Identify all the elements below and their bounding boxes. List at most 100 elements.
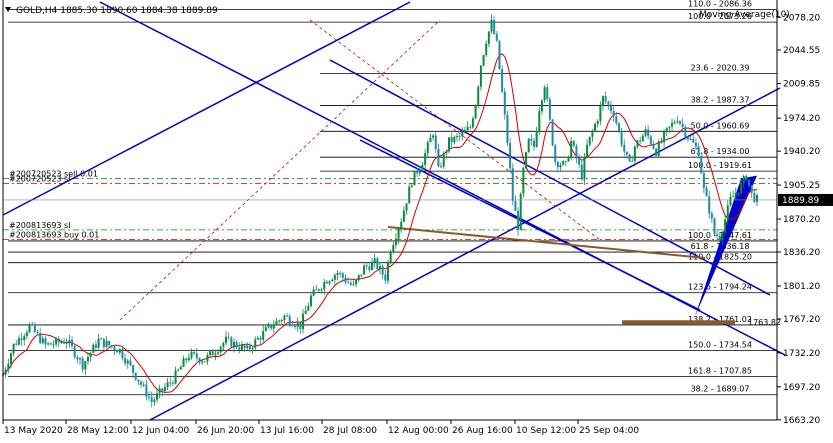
candle-body bbox=[65, 342, 68, 344]
candle-body bbox=[527, 138, 530, 153]
candle-body bbox=[124, 358, 127, 364]
candle-body bbox=[283, 315, 286, 321]
candle-body bbox=[100, 338, 103, 340]
candle-body bbox=[689, 138, 692, 140]
candle-body bbox=[9, 353, 12, 364]
candle-body bbox=[182, 358, 185, 367]
candle-body bbox=[251, 348, 254, 350]
chart-window[interactable]: 110.0 - 2086.36 100.0 - 2073.26 23.6 - 202… bbox=[0, 0, 833, 439]
candle-body bbox=[474, 105, 477, 119]
candle-body bbox=[177, 369, 180, 371]
candle-body bbox=[416, 170, 419, 174]
candle-body bbox=[679, 121, 682, 124]
candle-body bbox=[344, 277, 347, 283]
candle-body bbox=[440, 166, 443, 168]
order-label: #200813693 sl bbox=[9, 221, 70, 230]
candle-body bbox=[140, 381, 143, 385]
candle-body bbox=[328, 281, 331, 284]
candle-body bbox=[697, 146, 700, 156]
candle-body bbox=[209, 351, 212, 356]
candle-body bbox=[671, 122, 674, 127]
candle-body bbox=[108, 340, 111, 346]
candle-body bbox=[352, 284, 355, 286]
fib-level-label: 23.6 - 2020.39 bbox=[691, 63, 750, 72]
candle-body bbox=[15, 343, 18, 345]
candle-body bbox=[463, 130, 466, 132]
candle-body bbox=[174, 370, 177, 384]
candle-body bbox=[426, 142, 429, 154]
candle-body bbox=[599, 105, 602, 121]
candle-body bbox=[134, 372, 137, 380]
candle-body bbox=[716, 234, 719, 236]
candle-body bbox=[304, 310, 307, 314]
candle-body bbox=[118, 348, 121, 353]
candle-body bbox=[41, 338, 44, 343]
candle-body bbox=[373, 258, 376, 263]
order-label: #200720523 sl bbox=[9, 174, 70, 183]
candle-body bbox=[280, 320, 283, 322]
candle-body bbox=[92, 344, 95, 353]
candle-body bbox=[315, 289, 318, 291]
current-price-label: 1889.89 bbox=[782, 196, 819, 206]
candle-body bbox=[363, 265, 366, 275]
candle-body bbox=[256, 337, 259, 340]
candle-body bbox=[636, 140, 639, 147]
candle-body bbox=[572, 140, 575, 147]
candle-body bbox=[495, 33, 498, 41]
candle-body bbox=[347, 282, 350, 284]
candle-body bbox=[384, 274, 387, 281]
candle-body bbox=[227, 336, 230, 338]
candle-body bbox=[235, 341, 238, 348]
candle-body bbox=[400, 221, 403, 229]
candle-body bbox=[469, 126, 472, 128]
candle-body bbox=[68, 339, 71, 343]
price-chart[interactable]: 110.0 - 2086.36100.0 - 2073.2623.6 - 202… bbox=[0, 0, 833, 439]
candle-body bbox=[450, 137, 453, 143]
candle-body bbox=[259, 337, 262, 340]
candle-body bbox=[113, 346, 116, 351]
candle-body bbox=[543, 87, 546, 101]
candle-body bbox=[413, 170, 416, 186]
candle-body bbox=[187, 357, 190, 361]
candle-body bbox=[448, 137, 451, 152]
candle-body bbox=[211, 351, 214, 356]
candle-body bbox=[206, 355, 209, 362]
candle-body bbox=[580, 164, 583, 180]
candle-body bbox=[631, 160, 634, 162]
candle-body bbox=[647, 129, 650, 137]
candle-body bbox=[705, 187, 708, 197]
candle-body bbox=[421, 165, 424, 170]
candle-body bbox=[198, 358, 201, 363]
candle-body bbox=[702, 173, 705, 188]
candle-body bbox=[745, 175, 748, 180]
candle-body bbox=[753, 193, 756, 202]
candle-body bbox=[514, 200, 517, 211]
candle-body bbox=[394, 238, 397, 246]
candle-body bbox=[203, 361, 206, 363]
candle-body bbox=[668, 126, 671, 128]
x-tick-label: 12 Jun 04:00 bbox=[132, 426, 189, 436]
fib-level-label: 38.2 - 1987.37 bbox=[691, 95, 750, 104]
candle-body bbox=[267, 324, 270, 328]
candle-body bbox=[150, 397, 153, 402]
candle-body bbox=[36, 331, 39, 333]
candle-body bbox=[732, 196, 735, 198]
candle-body bbox=[349, 282, 352, 285]
candle-body bbox=[609, 104, 612, 111]
candle-body bbox=[639, 140, 642, 142]
candle-body bbox=[617, 123, 620, 131]
candle-body bbox=[437, 148, 440, 167]
fib-level-label: 100.0 - 1919.61 bbox=[688, 161, 752, 170]
candle-body bbox=[554, 145, 557, 163]
candle-body bbox=[575, 146, 578, 159]
candle-body bbox=[17, 338, 20, 345]
candle-body bbox=[408, 186, 411, 204]
candle-body bbox=[110, 345, 113, 347]
candle-body bbox=[455, 136, 458, 138]
candle-body bbox=[153, 399, 156, 402]
candle-body bbox=[288, 316, 291, 325]
candle-body bbox=[145, 384, 148, 397]
candle-body bbox=[386, 262, 389, 281]
candle-body bbox=[126, 360, 129, 364]
candle-body bbox=[509, 143, 512, 169]
